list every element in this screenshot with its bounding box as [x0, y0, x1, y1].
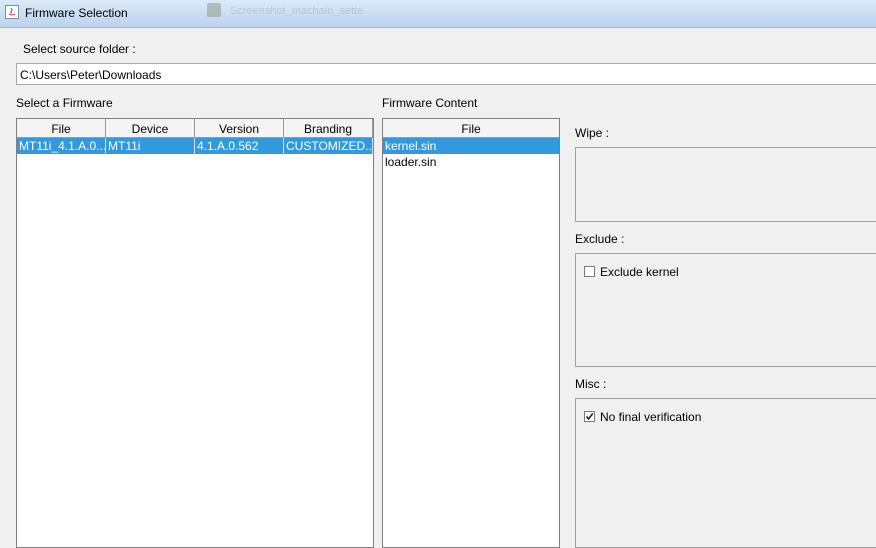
exclude-kernel-label[interactable]: Exclude kernel	[600, 265, 679, 279]
exclude-panel: Exclude kernel	[575, 253, 876, 367]
column-header-file[interactable]: File	[383, 119, 559, 138]
content-file: kernel.sin	[385, 139, 437, 153]
firmware-list-label: Select a Firmware	[16, 96, 113, 110]
firmware-table-header: File Device Version Branding	[17, 119, 373, 138]
column-header-device[interactable]: Device	[106, 119, 195, 138]
list-item[interactable]: loader.sin	[383, 154, 559, 170]
firmware-content-header: File	[383, 119, 559, 138]
source-folder-field[interactable]: C:\Users\Peter\Downloads	[16, 63, 876, 85]
table-row[interactable]: MT11i_4.1.A.0.... MT11i 4.1.A.0.562 CUST…	[17, 138, 373, 154]
column-header-file[interactable]: File	[17, 119, 106, 138]
cell-version: 4.1.A.0.562	[195, 138, 284, 154]
wipe-label: Wipe :	[575, 126, 610, 140]
background-window-title: Screenshot_machain_sette	[230, 5, 364, 17]
java-app-icon	[5, 5, 19, 19]
cell-device: MT11i	[106, 138, 195, 154]
background-window-icon	[207, 3, 221, 17]
source-folder-label: Select source folder :	[23, 42, 136, 56]
content-file: loader.sin	[385, 155, 437, 169]
firmware-content-table[interactable]: File kernel.sin loader.sin	[382, 118, 560, 548]
firmware-table[interactable]: File Device Version Branding MT11i_4.1.A…	[16, 118, 374, 548]
no-final-verification-checkbox[interactable]	[584, 411, 595, 422]
window-title: Firmware Selection	[25, 6, 128, 20]
cell-file: MT11i_4.1.A.0....	[19, 138, 106, 154]
title-bar[interactable]: Firmware Selection Screenshot_machain_se…	[0, 0, 876, 28]
checkmark-icon	[585, 413, 594, 421]
column-header-branding[interactable]: Branding	[284, 119, 373, 138]
cell-branding: CUSTOMIZED...	[286, 138, 373, 154]
column-header-version[interactable]: Version	[195, 119, 284, 138]
no-final-verification-label[interactable]: No final verification	[600, 410, 701, 424]
firmware-content-label: Firmware Content	[382, 96, 478, 110]
list-item[interactable]: kernel.sin	[383, 138, 559, 154]
exclude-label: Exclude :	[575, 232, 625, 246]
wipe-panel	[575, 147, 876, 222]
exclude-kernel-checkbox[interactable]	[584, 266, 595, 277]
misc-panel: No final verification	[575, 398, 876, 548]
misc-label: Misc :	[575, 377, 607, 391]
